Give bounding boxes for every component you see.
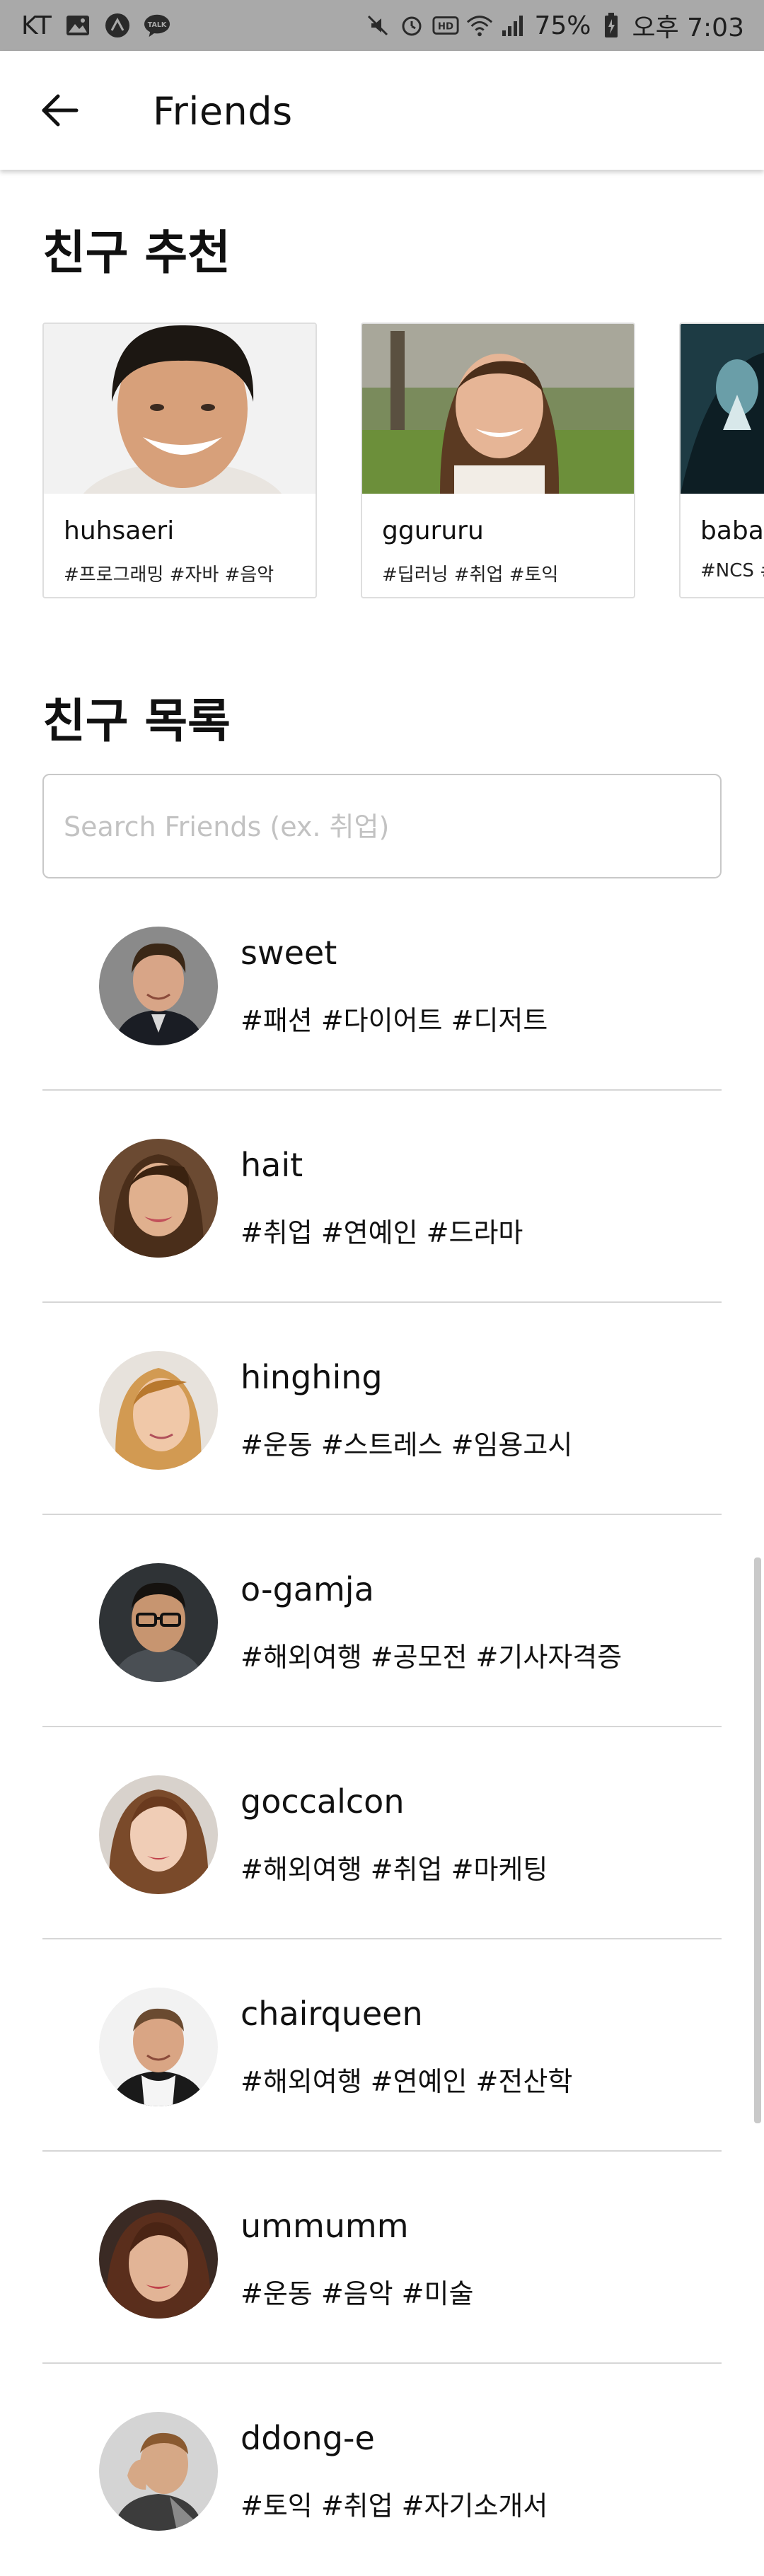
- recommendation-tags: #딥러닝 #취업 #토익: [382, 564, 559, 586]
- status-bar: KT TALK HD 75% 오후 7:03: [0, 0, 764, 51]
- friend-tags: #운동 #스트레스 #임용고시: [241, 1429, 573, 1461]
- friend-list: sweet #패션 #다이어트 #디저트 hait #취업 #연예인 #드라마: [42, 878, 722, 2576]
- avatar: [99, 1139, 218, 1258]
- friend-tags: #토익 #취업 #자기소개서: [241, 2490, 548, 2522]
- friend-name: hinghing: [241, 1358, 383, 1396]
- carrier-label: KT: [21, 11, 52, 40]
- profile-photo: [362, 324, 634, 494]
- arrow-left-icon: [42, 94, 79, 127]
- friend-list-item[interactable]: o-gamja #해외여행 #공모전 #기사자격증: [42, 1515, 722, 1727]
- page-title: Friends: [153, 89, 293, 134]
- status-right: HD 75% 오후 7:03: [364, 0, 744, 51]
- recommendation-card[interactable]: ggururu #딥러닝 #취업 #토익: [361, 323, 635, 598]
- friend-list-item[interactable]: hinghing #운동 #스트레스 #임용고시: [42, 1303, 722, 1515]
- friend-tags: #해외여행 #연예인 #전산학: [241, 2066, 573, 2097]
- recommendation-name: huhsaeri: [64, 516, 175, 545]
- scrollbar[interactable]: [754, 1557, 761, 2123]
- avatar: [99, 2412, 218, 2531]
- avatar: [99, 927, 218, 1045]
- recommendation-carousel[interactable]: huhsaeri #프로그래밍 #자바 #음악 ggururu #딥러닝 #취업…: [42, 323, 764, 600]
- signal-icon: [500, 12, 527, 39]
- profile-photo: [44, 324, 316, 494]
- friend-list-item[interactable]: hait #취업 #연예인 #드라마: [42, 1091, 722, 1303]
- clock: 오후 7:03: [632, 13, 744, 42]
- friend-list-heading: 친구 목록: [42, 694, 231, 748]
- recommendation-card[interactable]: huhsaeri #프로그래밍 #자바 #음악: [42, 323, 317, 598]
- avatar: [99, 1775, 218, 1894]
- recommendation-tags: #프로그래밍 #자바 #음악: [64, 564, 274, 586]
- friend-name: sweet: [241, 934, 337, 972]
- search-input[interactable]: [62, 775, 702, 878]
- recommendation-tags: #NCS #: [700, 560, 764, 581]
- friend-tags: #취업 #연예인 #드라마: [241, 1217, 523, 1248]
- friend-list-item[interactable]: sweet #패션 #다이어트 #디저트: [42, 878, 722, 1091]
- friend-name: ddong-e: [241, 2419, 375, 2457]
- hd-voice-icon: HD: [432, 12, 459, 39]
- friend-name: hait: [241, 1146, 303, 1184]
- battery-percent: 75%: [534, 11, 591, 40]
- battery-icon: [598, 12, 625, 39]
- friend-tags: #해외여행 #취업 #마케팅: [241, 1854, 548, 1885]
- recommendation-name: ggururu: [382, 516, 484, 545]
- wifi-icon: [466, 12, 493, 39]
- mute-icon: [364, 12, 391, 39]
- image-icon: [64, 12, 91, 39]
- app-bar: Friends: [0, 51, 764, 170]
- friend-list-item[interactable]: ddong-e #토익 #취업 #자기소개서: [42, 2364, 722, 2576]
- recommendation-name: baba: [700, 516, 764, 545]
- avatar: [99, 1988, 218, 2106]
- friend-name: ummumm: [241, 2207, 409, 2245]
- alarm-icon: [398, 12, 425, 39]
- navigation-app-icon: [104, 12, 131, 39]
- search-box[interactable]: [42, 774, 722, 878]
- avatar: [99, 1563, 218, 1682]
- friend-list-item[interactable]: ummumm #운동 #음악 #미술: [42, 2152, 722, 2364]
- talk-icon: TALK: [144, 12, 170, 39]
- svg-text:TALK: TALK: [148, 21, 167, 29]
- friend-name: goccalcon: [241, 1782, 405, 1821]
- friend-name: chairqueen: [241, 1995, 423, 2033]
- friend-tags: #패션 #다이어트 #디저트: [241, 1005, 548, 1036]
- friend-list-item[interactable]: chairqueen #해외여행 #연예인 #전산학: [42, 1939, 722, 2152]
- friend-tags: #운동 #음악 #미술: [241, 2278, 474, 2309]
- avatar: [99, 2200, 218, 2319]
- status-left: KT TALK: [21, 0, 170, 51]
- friend-list-item[interactable]: goccalcon #해외여행 #취업 #마케팅: [42, 1727, 722, 1939]
- friend-tags: #해외여행 #공모전 #기사자격증: [241, 1642, 623, 1673]
- recommendations-heading: 친구 추천: [42, 226, 231, 280]
- profile-photo: [681, 324, 764, 494]
- avatar: [99, 1351, 218, 1470]
- svg-text:HD: HD: [438, 22, 453, 33]
- back-button[interactable]: [35, 86, 83, 134]
- friend-name: o-gamja: [241, 1570, 374, 1608]
- recommendation-card[interactable]: baba #NCS #: [679, 323, 764, 598]
